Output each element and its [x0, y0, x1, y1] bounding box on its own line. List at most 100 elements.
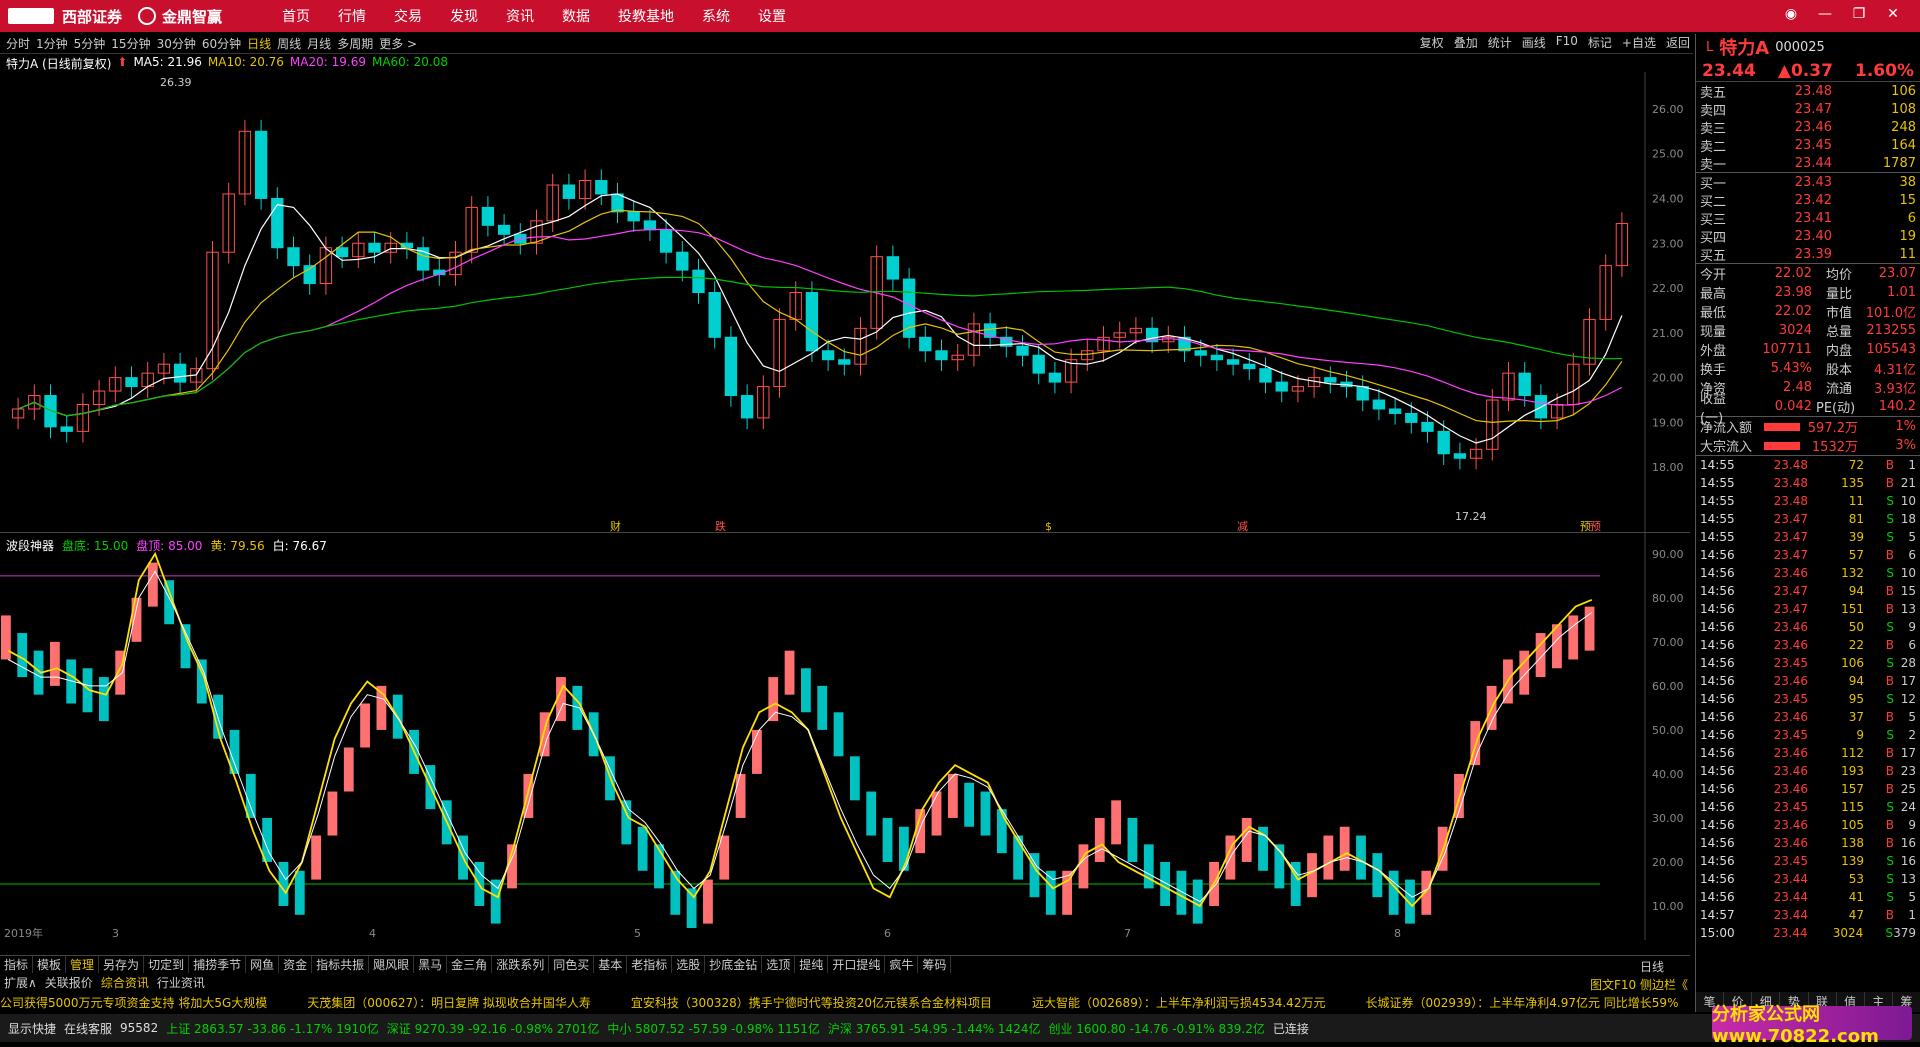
book-row[interactable]: 卖一23.441787 [1696, 154, 1920, 172]
f10-sidebar-link[interactable]: 图文F10 侧边栏《 [1590, 976, 1688, 993]
indicator-tab[interactable]: 另存为 [99, 956, 144, 973]
online-service[interactable]: 在线客服 [64, 1020, 112, 1037]
indicator-tab[interactable]: 切定到 [144, 956, 189, 973]
book-row[interactable]: 买四23.4019 [1696, 227, 1920, 245]
indicator-tab[interactable]: 同色买 [549, 956, 594, 973]
index-zx[interactable]: 中小 5807.52 -57.59 -0.98% 1151亿 [607, 1020, 820, 1037]
index-sh[interactable]: 上证 2863.57 -33.86 -1.17% 1910亿 [166, 1020, 379, 1037]
chart-tool-button[interactable]: 叠加 [1454, 34, 1478, 51]
price-tick-label: 26.00 [1652, 103, 1684, 116]
indicator-tab[interactable]: 提纯 [795, 956, 828, 973]
indicator-tab[interactable]: 开口提纯 [828, 956, 885, 973]
indicator-tab[interactable]: 管理 [66, 956, 99, 973]
book-row[interactable]: 买五23.3911 [1696, 245, 1920, 263]
chart-tool-button[interactable]: +自选 [1622, 34, 1656, 51]
period-tab[interactable]: 更多 > [379, 35, 417, 52]
candle-body [1211, 355, 1222, 359]
period-tab[interactable]: 月线 [307, 35, 331, 52]
quote-title: L 特力A 000025 [1696, 34, 1920, 60]
period-tab[interactable]: 分时 [6, 35, 30, 52]
close-icon[interactable]: ✕ [1876, 6, 1910, 22]
trade-time: 14:57 [1700, 908, 1758, 922]
trade-time: 14:55 [1700, 530, 1758, 544]
ticker-item[interactable]: 天茂集团（000627）：明日复牌 拟现收合并国华人寿 [307, 994, 591, 1011]
period-tab[interactable]: 日线 [247, 35, 271, 52]
chart-tool-button[interactable]: 返回 [1666, 34, 1690, 51]
book-row[interactable]: 卖四23.47108 [1696, 100, 1920, 118]
indicator-tab[interactable]: 筹码 [918, 956, 951, 973]
sub-tab[interactable]: 行业资讯 [153, 974, 209, 990]
restore-icon[interactable]: ❐ [1842, 6, 1876, 22]
menu-item-data[interactable]: 数据 [562, 6, 590, 26]
ma10-label: MA10: 20.76 [208, 55, 284, 71]
trade-list[interactable]: 14:5523.4872B114:5523.48135B2114:5523.48… [1696, 456, 1920, 942]
book-row[interactable]: 买三23.416 [1696, 209, 1920, 227]
indicator-tab[interactable]: 指标共振 [312, 956, 369, 973]
period-tab[interactable]: 60分钟 [202, 35, 241, 52]
period-tab[interactable]: 15分钟 [111, 35, 150, 52]
indicator-tab[interactable]: 涨跌系列 [492, 956, 549, 973]
book-row[interactable]: 买一23.4338 [1696, 173, 1920, 191]
indicator-tab[interactable]: 疯牛 [885, 956, 918, 973]
book-row[interactable]: 买二23.4215 [1696, 191, 1920, 209]
kline-chart[interactable]: 26.0025.0024.0023.0022.0021.0020.0019.00… [0, 72, 1690, 532]
chart-tool-button[interactable]: 统计 [1488, 34, 1512, 51]
candle-body [1227, 360, 1238, 364]
indicator-tab[interactable]: 捕捞季节 [189, 956, 246, 973]
period-tab[interactable]: 5分钟 [74, 35, 106, 52]
indicator-tab[interactable]: 黑马 [414, 956, 447, 973]
period-tab[interactable]: 30分钟 [157, 35, 196, 52]
menu-item-system[interactable]: 系统 [702, 6, 730, 26]
period-tab[interactable]: 1分钟 [36, 35, 68, 52]
indicator-tab[interactable]: 金三角 [447, 956, 492, 973]
book-row[interactable]: 卖五23.48106 [1696, 82, 1920, 100]
user-icon[interactable]: ◉ [1774, 6, 1808, 22]
chart-tool-button[interactable]: 复权 [1420, 34, 1444, 51]
menu-item-education[interactable]: 投教基地 [618, 6, 674, 26]
trade-count: 23 [1894, 764, 1916, 778]
candle-body [174, 364, 185, 382]
ticker-item[interactable]: 宜安科技（300328）携手宁德时代等投资20亿元镁系合金材料项目 [631, 994, 992, 1011]
indicator-tab[interactable]: 指标 [0, 956, 33, 973]
index-sz[interactable]: 深证 9270.39 -92.16 -0.98% 2701亿 [387, 1020, 600, 1037]
window-controls: ◉ — ❐ ✕ [1774, 6, 1910, 22]
sub-tab[interactable]: 扩展∧ [0, 974, 41, 990]
menu-item-news[interactable]: 资讯 [506, 6, 534, 26]
indicator-tab[interactable]: 抄底金钻 [705, 956, 762, 973]
period-tab[interactable]: 多周期 [337, 35, 373, 52]
index-hs[interactable]: 沪深 3765.91 -54.95 -1.44% 1424亿 [828, 1020, 1041, 1037]
sub-tab[interactable]: 关联报价 [41, 974, 97, 990]
period-tab[interactable]: 周线 [277, 35, 301, 52]
indicator-tab[interactable]: 网鱼 [246, 956, 279, 973]
ticker-item[interactable]: 长城证券（002939）：上半年净利4.97亿元 同比增长59% [1365, 994, 1678, 1011]
ticker-item[interactable]: 远大智能（002689）：上半年净利润亏损4534.42万元 [1032, 994, 1325, 1011]
book-row[interactable]: 卖二23.45164 [1696, 136, 1920, 154]
chart-tool-button[interactable]: 标记 [1588, 34, 1612, 51]
book-row[interactable]: 卖三23.46248 [1696, 118, 1920, 136]
sub-tab[interactable]: 综合资讯 [97, 974, 153, 990]
low-price-label: 17.24 [1455, 510, 1487, 523]
indicator-tab[interactable]: 资金 [279, 956, 312, 973]
indicator-tab[interactable]: 选顶 [762, 956, 795, 973]
indicator-tab[interactable]: 模板 [33, 956, 66, 973]
indicator-tab[interactable]: 飓风眼 [369, 956, 414, 973]
menu-item-quotes[interactable]: 行情 [338, 6, 366, 26]
candle-body [693, 270, 704, 292]
news-ticker[interactable]: 公司获得5000万元专项资金支持 将加大5G大规模 天茂集团（000627）：明日… [0, 992, 1693, 1012]
stat-label: 均价 [1812, 264, 1852, 283]
stat-value: 0.042 [1742, 399, 1812, 414]
indicator-tab[interactable]: 老指标 [627, 956, 672, 973]
indicator-tab[interactable]: 基本 [594, 956, 627, 973]
minimize-icon[interactable]: — [1808, 6, 1842, 22]
menu-item-settings[interactable]: 设置 [758, 6, 786, 26]
chart-tool-button[interactable]: 画线 [1522, 34, 1546, 51]
indicator-tab[interactable]: 选股 [672, 956, 705, 973]
menu-item-discover[interactable]: 发现 [450, 6, 478, 26]
chart-tool-button[interactable]: F10 [1556, 34, 1578, 51]
menu-item-home[interactable]: 首页 [282, 6, 310, 26]
index-cy[interactable]: 创业 1600.80 -14.76 -0.91% 839.2亿 [1048, 1020, 1264, 1037]
show-shortcut[interactable]: 显示快捷 [8, 1020, 56, 1037]
menu-item-trade[interactable]: 交易 [394, 6, 422, 26]
ticker-item[interactable]: 公司获得5000万元专项资金支持 将加大5G大规模 [0, 994, 267, 1011]
indicator-chart[interactable]: 90.0080.0070.0060.0050.0040.0030.0020.00… [0, 532, 1690, 939]
